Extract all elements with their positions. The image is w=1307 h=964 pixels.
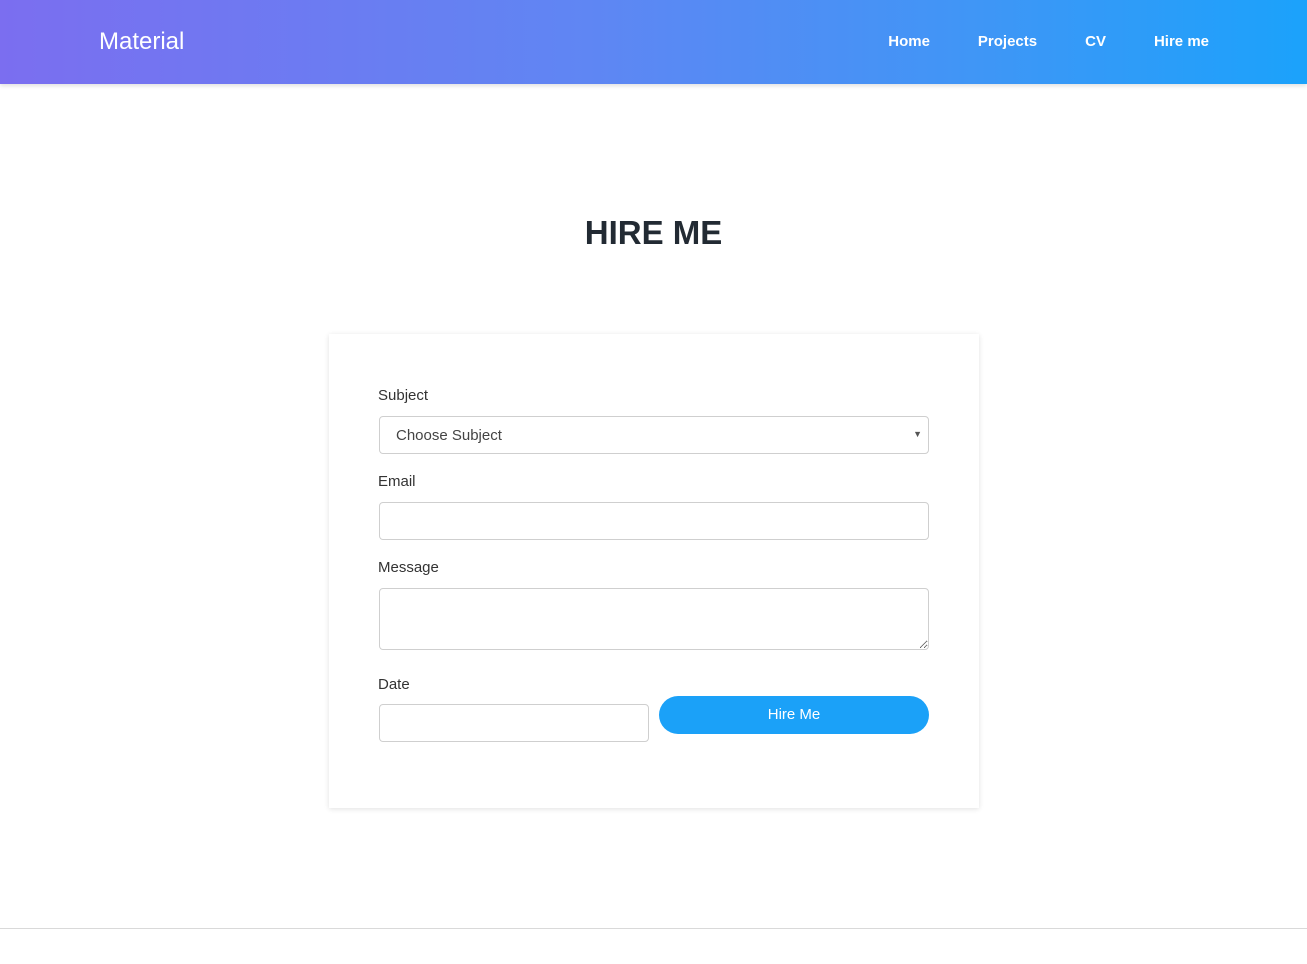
date-label: Date — [378, 676, 410, 693]
message-textarea[interactable] — [379, 588, 929, 650]
footer-divider — [0, 928, 1307, 929]
chevron-down-icon: ▼ — [913, 429, 922, 439]
hire-me-submit-button[interactable]: Hire Me — [659, 696, 929, 734]
nav-link-home[interactable]: Home — [888, 32, 930, 52]
nav-links: Home Projects CV Hire me — [840, 32, 1209, 52]
message-label: Message — [378, 559, 439, 576]
nav-link-cv[interactable]: CV — [1085, 32, 1106, 52]
nav-link-projects[interactable]: Projects — [978, 32, 1037, 52]
navbar: Material Home Projects CV Hire me — [0, 0, 1307, 84]
email-input[interactable] — [379, 502, 929, 540]
subject-selected-value: Choose Subject — [396, 427, 502, 444]
hire-form-card: Subject Choose Subject ▼ Email Message D… — [329, 334, 979, 808]
date-input[interactable] — [379, 704, 649, 742]
subject-select[interactable]: Choose Subject ▼ — [379, 416, 929, 454]
nav-link-hire-me[interactable]: Hire me — [1154, 32, 1209, 52]
email-label: Email — [378, 473, 416, 490]
page-title: HIRE ME — [584, 214, 723, 251]
brand-logo[interactable]: Material — [99, 27, 184, 57]
subject-label: Subject — [378, 387, 429, 404]
